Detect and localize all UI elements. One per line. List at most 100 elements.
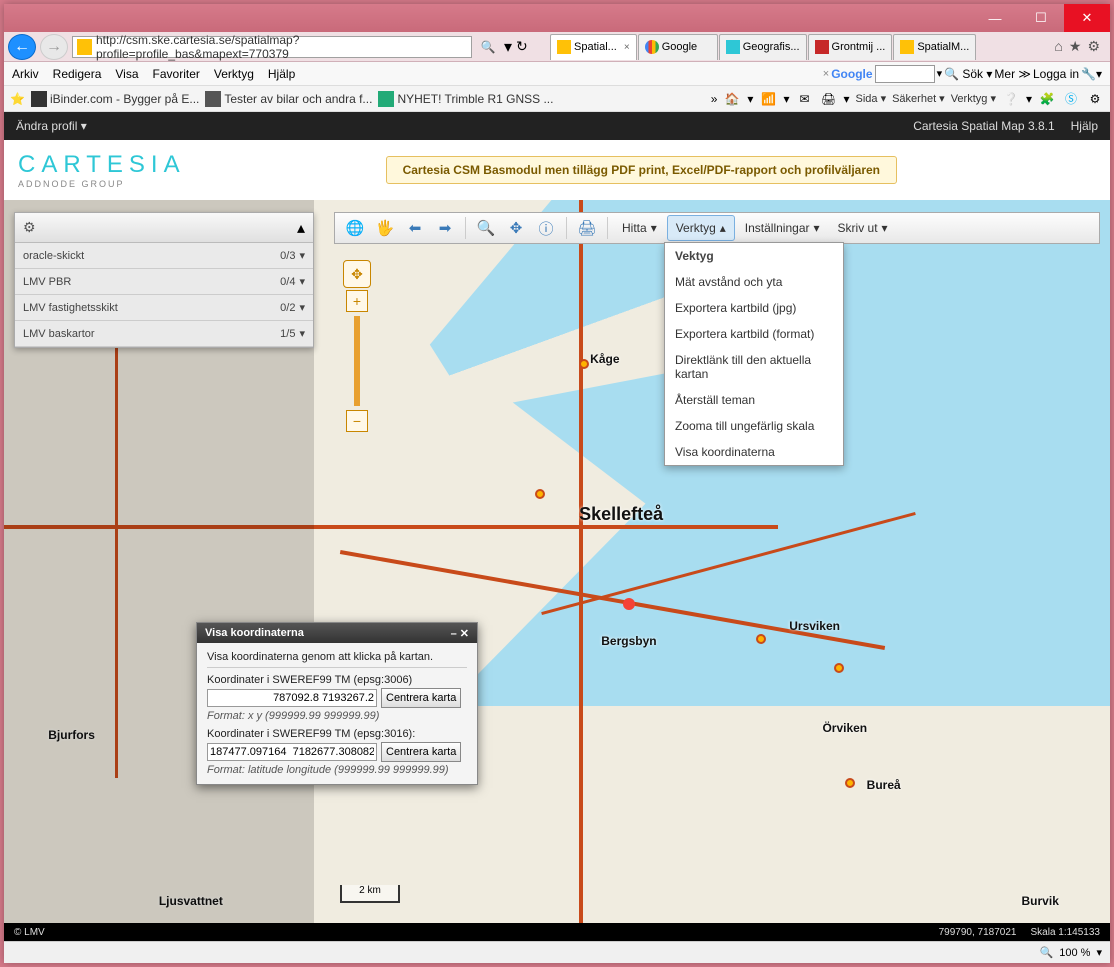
close-toolbar-icon[interactable]: × <box>823 68 829 80</box>
dd-item-export-format[interactable]: Exportera kartbild (format) <box>665 321 843 347</box>
search-icon[interactable]: 🔍 <box>476 36 500 58</box>
dd-item-aterstall[interactable]: Återställ teman <box>665 387 843 413</box>
globe-icon[interactable]: 🌐 <box>341 215 369 241</box>
layer-item[interactable]: LMV baskartor1/5▾ <box>15 321 313 347</box>
bookmark-ibinder[interactable]: iBinder.com - Bygger på E... <box>31 91 199 107</box>
cursor-coords: 799790, 7187021 <box>939 927 1017 938</box>
menu-hjalp[interactable]: Hjälp <box>268 67 295 81</box>
add-bookmark-icon[interactable]: ⭐ <box>10 92 25 106</box>
menu-redigera[interactable]: Redigera <box>53 67 102 81</box>
chevron-down-icon[interactable]: ▾ <box>299 301 305 314</box>
next-icon[interactable]: ➡ <box>431 215 459 241</box>
city-label: Kåge <box>590 352 619 366</box>
dd-item-zoom[interactable]: Zooma till ungefärlig skala <box>665 413 843 439</box>
chevron-down-icon[interactable]: ▾ <box>299 249 305 262</box>
sida-menu[interactable]: Sida ▾ <box>856 92 887 105</box>
help-link[interactable]: Hjälp <box>1071 119 1098 133</box>
prev-icon[interactable]: ⬅ <box>401 215 429 241</box>
google-login-button[interactable]: Logga in <box>1033 67 1079 81</box>
tab-geografis[interactable]: Geografis... <box>719 34 807 60</box>
wrench-icon[interactable]: 🔧▾ <box>1081 67 1102 81</box>
menu-verktyg[interactable]: Verktyg <box>214 67 254 81</box>
bookmark-tester[interactable]: Tester av bilar och andra f... <box>205 91 372 107</box>
sakerhet-menu[interactable]: Säkerhet ▾ <box>892 92 945 105</box>
dd-item-koord[interactable]: Visa koordinaterna <box>665 439 843 465</box>
close-button[interactable]: ✕ <box>1064 4 1110 32</box>
chevron-right-icon[interactable]: » <box>711 92 718 106</box>
coord-format-2: Format: latitude longitude (999999.99 99… <box>207 764 467 776</box>
pan-icon[interactable]: ✥ <box>502 215 530 241</box>
google-sok-button[interactable]: 🔍 Sök ▾ <box>944 67 992 81</box>
installningar-menu[interactable]: Inställningar ▾ <box>737 215 828 241</box>
print-icon[interactable]: 🖨 <box>819 90 837 108</box>
tab-spatialm[interactable]: SpatialM... <box>893 34 976 60</box>
chevron-down-icon[interactable]: ▾ <box>1096 946 1102 959</box>
verktyg-menu[interactable]: Verktyg ▴ <box>667 215 735 241</box>
gear-icon[interactable]: ⚙ <box>1087 38 1100 55</box>
dd-item-direktlank[interactable]: Direktlänk till den aktuella kartan <box>665 347 843 387</box>
print-icon[interactable]: 🖨 <box>573 215 601 241</box>
refresh-button[interactable]: ↻ <box>516 38 540 55</box>
tab-icon <box>900 40 914 54</box>
dd-item-mat[interactable]: Mät avstånd och yta <box>665 269 843 295</box>
gear-icon[interactable]: ⚙ <box>23 219 36 236</box>
hand-icon[interactable]: 🖐 <box>371 215 399 241</box>
pan-control[interactable]: ✥ <box>343 260 371 288</box>
minimize-button[interactable]: — <box>972 4 1018 32</box>
layer-item[interactable]: LMV PBR0/4▾ <box>15 269 313 295</box>
skype-icon[interactable]: Ⓢ <box>1062 90 1080 108</box>
menu-favoriter[interactable]: Favoriter <box>153 67 200 81</box>
mail-icon[interactable]: ✉ <box>795 90 813 108</box>
close-icon[interactable]: ✕ <box>460 628 469 640</box>
zoom-slider[interactable] <box>354 316 360 406</box>
andra-profil-menu[interactable]: Ändra profil ▾ <box>16 119 87 133</box>
tab-close-icon[interactable]: × <box>624 42 630 53</box>
coord-label-1: Koordinater i SWEREF99 TM (epsg:3006) <box>207 674 467 686</box>
home-icon[interactable]: ⌂ <box>1054 38 1062 55</box>
zoom-in-icon[interactable]: 🔍 <box>472 215 500 241</box>
zoom-out-button[interactable]: − <box>346 410 368 432</box>
minimize-icon[interactable]: – <box>451 628 457 640</box>
back-button[interactable]: ← <box>8 34 36 60</box>
dd-item-export-jpg[interactable]: Exportera kartbild (jpg) <box>665 295 843 321</box>
tab-icon <box>557 40 571 54</box>
zoom-in-button[interactable]: + <box>346 290 368 312</box>
tab-spatial[interactable]: Spatial...× <box>550 34 637 60</box>
gear-icon[interactable]: ⚙ <box>1086 90 1104 108</box>
menu-arkiv[interactable]: Arkiv <box>12 67 39 81</box>
maximize-button[interactable]: ☐ <box>1018 4 1064 32</box>
google-search-input[interactable] <box>875 65 935 83</box>
dropdown-header: Vektyg <box>665 243 843 269</box>
map-toolbar: 🌐 🖐 ⬅ ➡ 🔍 ✥ ⓘ 🖨 Hitta ▾ Verktyg ▴ Instäl… <box>334 212 1100 244</box>
tab-icon <box>726 40 740 54</box>
forward-button[interactable]: → <box>40 34 68 60</box>
map-area[interactable]: Skellefteå Kåge Bergsbyn Ursviken Örvike… <box>4 200 1110 923</box>
help-icon[interactable]: ❔ <box>1002 90 1020 108</box>
skrivut-menu[interactable]: Skriv ut ▾ <box>830 215 896 241</box>
coord-input-1[interactable] <box>207 689 377 707</box>
chevron-down-icon[interactable]: ▾ <box>299 275 305 288</box>
collapse-icon[interactable]: ▴ <box>297 218 305 238</box>
centrera-button-1[interactable]: Centrera karta <box>381 688 461 708</box>
layer-item[interactable]: oracle-skickt0/3▾ <box>15 243 313 269</box>
verktyg-menu[interactable]: Verktyg ▾ <box>951 92 996 105</box>
centrera-button-2[interactable]: Centrera karta <box>381 742 461 762</box>
google-mer-button[interactable]: Mer ≫ <box>994 67 1031 81</box>
coord-label-2: Koordinater i SWEREF99 TM (epsg:3016): <box>207 728 467 740</box>
tab-google[interactable]: Google <box>638 34 718 60</box>
bookmark-icon <box>205 91 221 107</box>
zoom-icon[interactable]: 🔍 <box>1040 946 1054 959</box>
bookmark-trimble[interactable]: NYHET! Trimble R1 GNSS ... <box>378 91 553 107</box>
rss-icon[interactable]: 📶 <box>759 90 777 108</box>
info-icon[interactable]: ⓘ <box>532 215 560 241</box>
coord-input-2[interactable] <box>207 743 377 761</box>
layer-item[interactable]: LMV fastighetsskikt0/2▾ <box>15 295 313 321</box>
home-icon[interactable]: 🏠 <box>723 90 741 108</box>
url-field[interactable]: http://csm.ske.cartesia.se/spatialmap?pr… <box>72 36 472 58</box>
star-icon[interactable]: ★ <box>1069 38 1082 55</box>
chevron-down-icon[interactable]: ▾ <box>299 327 305 340</box>
tab-grontmij[interactable]: Grontmij ... <box>808 34 893 60</box>
addon-icon[interactable]: 🧩 <box>1038 90 1056 108</box>
hitta-menu[interactable]: Hitta ▾ <box>614 215 665 241</box>
menu-visa[interactable]: Visa <box>115 67 138 81</box>
